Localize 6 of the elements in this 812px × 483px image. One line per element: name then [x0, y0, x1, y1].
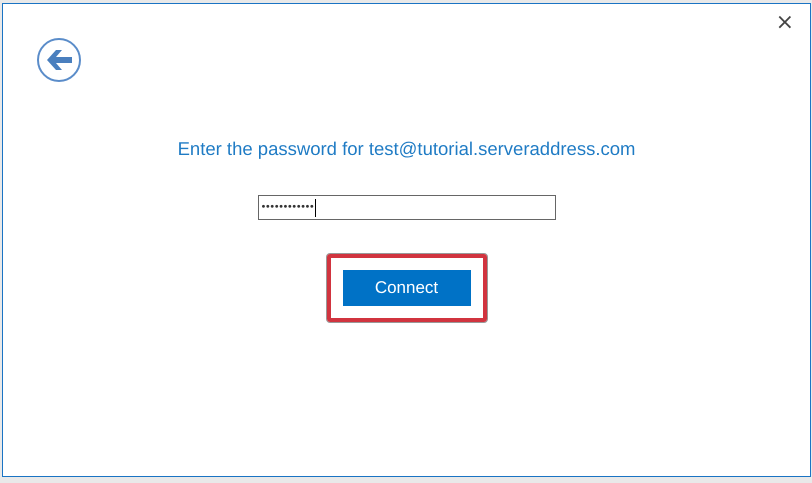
back-arrow-icon — [46, 50, 72, 70]
close-button[interactable]: × — [772, 12, 798, 34]
password-field[interactable]: •••••••••••• — [258, 195, 556, 220]
dialog-heading: Enter the password for test@tutorial.serveraddress.com — [178, 138, 636, 160]
back-button[interactable] — [37, 38, 81, 82]
connect-button[interactable]: Connect — [342, 270, 470, 306]
